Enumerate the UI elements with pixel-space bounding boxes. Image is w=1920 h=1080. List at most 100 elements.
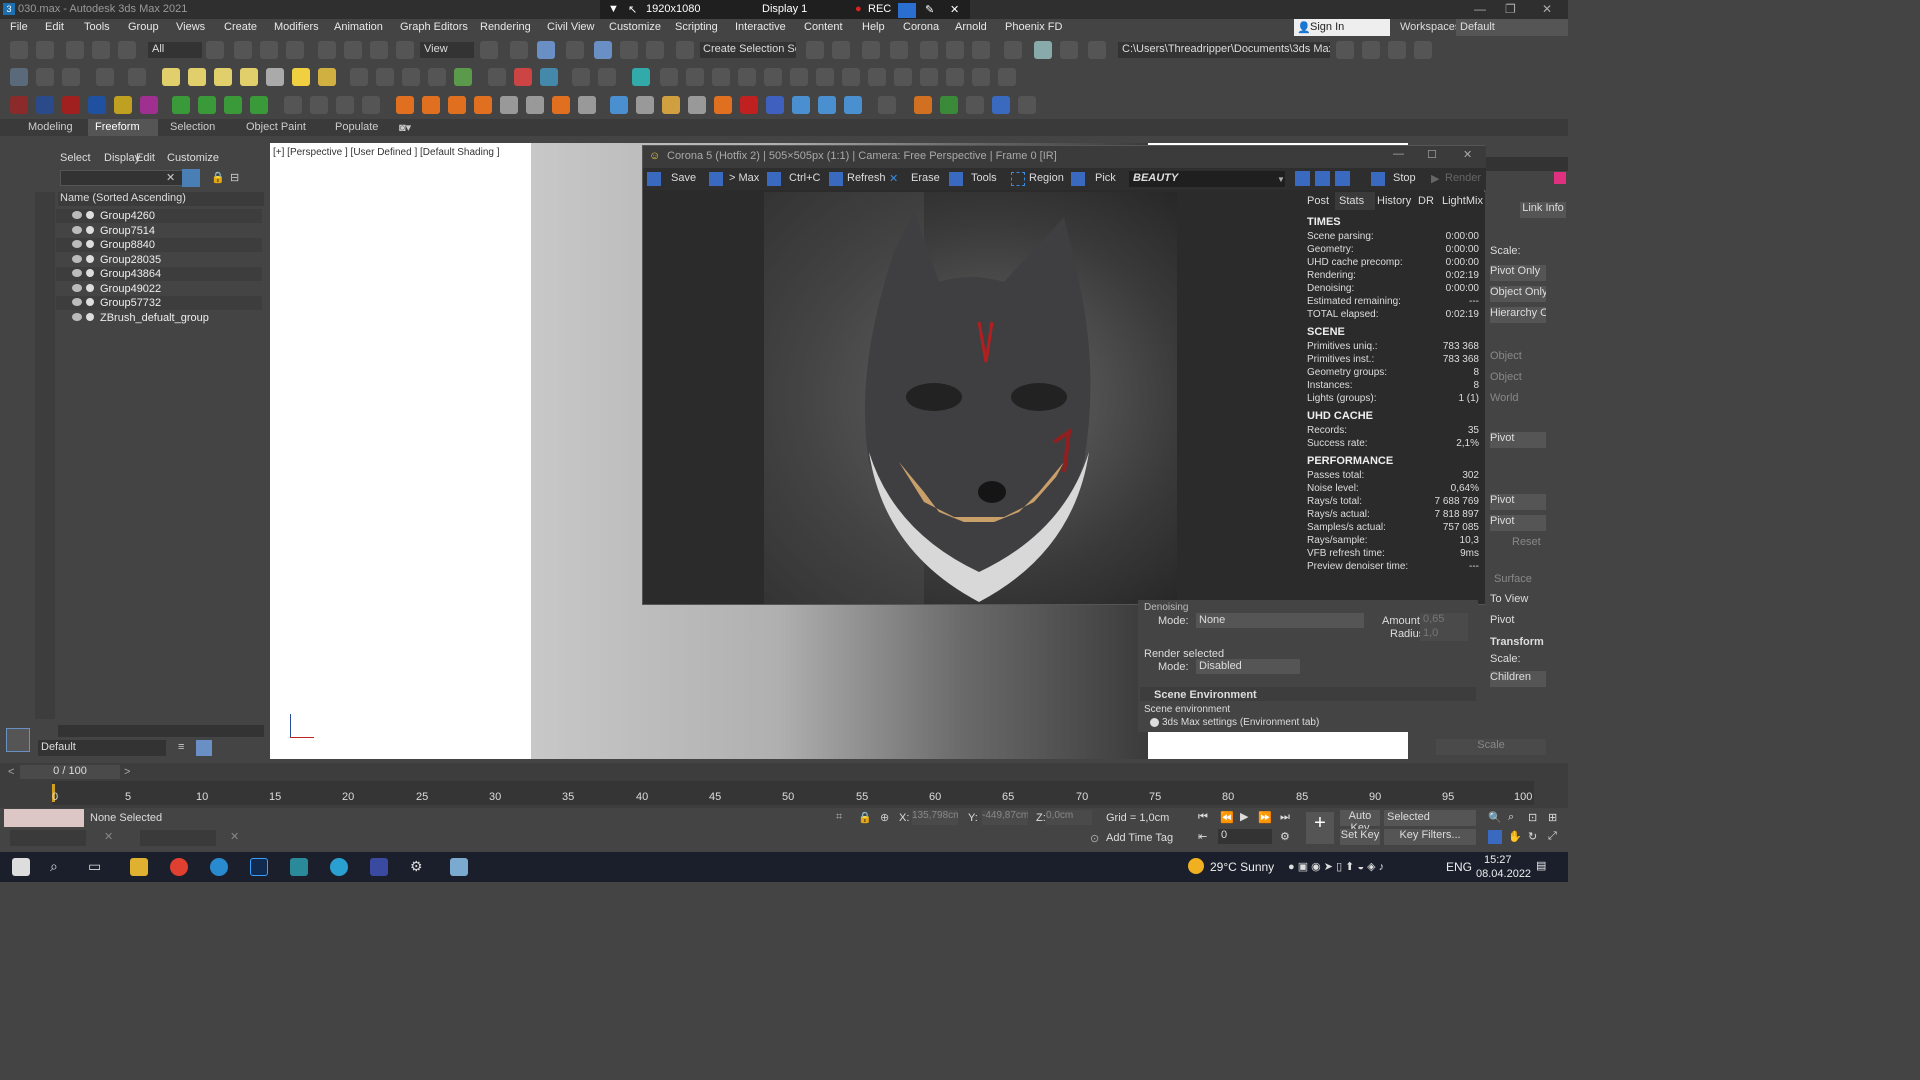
- menu-group[interactable]: Group: [128, 21, 159, 33]
- render-channel-select[interactable]: BEAUTY: [1129, 171, 1285, 187]
- goto-end-icon[interactable]: ⏭: [1280, 811, 1290, 824]
- play-icon[interactable]: [284, 96, 302, 114]
- project-set-icon[interactable]: [1388, 41, 1406, 59]
- scene-menu-edit[interactable]: Edit: [136, 152, 155, 164]
- maxscript-listener[interactable]: [4, 809, 84, 827]
- forest-icon[interactable]: [940, 96, 958, 114]
- eye-icon[interactable]: [72, 313, 82, 321]
- fp-icon[interactable]: [914, 96, 932, 114]
- green-grid-icon[interactable]: [224, 96, 242, 114]
- stop-button[interactable]: Stop: [1393, 172, 1416, 184]
- tools-button[interactable]: Tools: [971, 172, 997, 184]
- red-ring-icon[interactable]: [62, 96, 80, 114]
- list-item[interactable]: ZBrush_defualt_group: [56, 311, 262, 325]
- task-view-icon[interactable]: ▭: [88, 858, 106, 876]
- snaps-icon[interactable]: [566, 41, 584, 59]
- rec-button[interactable]: REC: [868, 3, 891, 15]
- clock-date[interactable]: 08.04.2022: [1476, 868, 1531, 880]
- tree-icon[interactable]: [712, 68, 730, 86]
- cloud-icon[interactable]: [36, 68, 54, 86]
- render-icon[interactable]: [86, 211, 94, 219]
- search-icon[interactable]: ⌕: [50, 858, 68, 876]
- picture-icon[interactable]: [62, 68, 80, 86]
- scale-icon[interactable]: [370, 41, 388, 59]
- ball-icon[interactable]: [488, 68, 506, 86]
- clock-time[interactable]: 15:27: [1484, 854, 1512, 866]
- project-settings-icon[interactable]: [1414, 41, 1432, 59]
- pivot-icon[interactable]: [480, 41, 498, 59]
- render-icon[interactable]: [86, 240, 94, 248]
- viewport-label[interactable]: [+] [Perspective ] [User Defined ] [Defa…: [273, 147, 500, 158]
- curve-editor-icon[interactable]: [920, 41, 938, 59]
- eye-icon[interactable]: [72, 298, 82, 306]
- material-editor-icon[interactable]: [972, 41, 990, 59]
- sheet-icon[interactable]: [1018, 96, 1036, 114]
- selection-set-select[interactable]: Create Selection Se: [700, 42, 796, 58]
- dome-icon[interactable]: [188, 68, 206, 86]
- tools-icon[interactable]: [966, 96, 984, 114]
- select-object-icon[interactable]: [206, 41, 224, 59]
- close-icon[interactable]: ✕: [1542, 2, 1552, 16]
- telegram-icon[interactable]: [330, 858, 348, 876]
- vfb-minimize-icon[interactable]: —: [1393, 148, 1404, 160]
- pick-icon[interactable]: [1071, 172, 1085, 186]
- menu-graph-editors[interactable]: Graph Editors: [400, 21, 468, 33]
- zoom-fit-icon[interactable]: [1335, 171, 1350, 186]
- chevron-down-icon[interactable]: ▼: [608, 3, 619, 15]
- workspace-select[interactable]: Default: [1456, 19, 1568, 36]
- project-new-icon[interactable]: [1362, 41, 1380, 59]
- time-config-icon[interactable]: ⚙: [1280, 830, 1290, 843]
- zoom-in-icon[interactable]: [1295, 171, 1310, 186]
- green-arrow-icon[interactable]: [198, 96, 216, 114]
- region-button[interactable]: Region: [1029, 172, 1064, 184]
- to-view-button[interactable]: To View: [1490, 593, 1528, 605]
- menu-scripting[interactable]: Scripting: [675, 21, 718, 33]
- move-icon[interactable]: [318, 41, 336, 59]
- gears-icon[interactable]: [920, 68, 938, 86]
- placement-icon[interactable]: [396, 41, 414, 59]
- stop-icon[interactable]: [336, 96, 354, 114]
- save-icon[interactable]: [647, 172, 661, 186]
- render-production-icon[interactable]: [1060, 41, 1078, 59]
- scene-menu-display[interactable]: Display: [104, 152, 140, 164]
- purple-ring-icon[interactable]: [140, 96, 158, 114]
- unlink-icon[interactable]: [92, 41, 110, 59]
- language-indicator[interactable]: ENG: [1446, 860, 1472, 874]
- set-key-button[interactable]: Set Key: [1340, 829, 1380, 845]
- eye-icon[interactable]: [72, 240, 82, 248]
- render-icon[interactable]: [86, 226, 94, 234]
- orbit-icon[interactable]: ↻: [1528, 830, 1537, 843]
- zoom-extents-icon[interactable]: ⊡: [1528, 811, 1537, 824]
- wave-icon[interactable]: [792, 96, 810, 114]
- erase-icon[interactable]: ✕: [889, 172, 898, 185]
- goto-start-icon[interactable]: ⏮: [1198, 811, 1208, 824]
- render-cloud-icon[interactable]: [1088, 41, 1106, 59]
- layers-icon[interactable]: ≡: [178, 741, 184, 753]
- zoom-icon[interactable]: 🔍: [1488, 811, 1502, 824]
- redo-icon[interactable]: [36, 41, 54, 59]
- align-world-button[interactable]: World: [1490, 392, 1519, 404]
- list-item[interactable]: Group8840: [56, 238, 262, 252]
- refresh-icon[interactable]: [829, 172, 843, 186]
- next-key-icon[interactable]: ⏩: [1258, 811, 1272, 824]
- menu-civil-view[interactable]: Civil View: [547, 21, 594, 33]
- render-icon[interactable]: [86, 255, 94, 263]
- render-button[interactable]: Render: [1445, 172, 1481, 184]
- menu-file[interactable]: File: [10, 21, 28, 33]
- ribbon-options-icon[interactable]: ◙▾: [399, 121, 411, 134]
- undo-icon[interactable]: [10, 41, 28, 59]
- palette-icon[interactable]: [514, 68, 532, 86]
- screen-icon[interactable]: [894, 68, 912, 86]
- ship-icon[interactable]: [818, 96, 836, 114]
- horizontal-scrollbar[interactable]: [58, 725, 264, 737]
- fire-icon[interactable]: [396, 96, 414, 114]
- tab-selection[interactable]: Selection: [170, 121, 215, 133]
- help-icon[interactable]: [598, 68, 616, 86]
- tab-lightmix[interactable]: LightMix: [1442, 195, 1483, 207]
- link-info-button[interactable]: Link Info: [1520, 202, 1566, 218]
- scene-env-heading[interactable]: Scene Environment: [1154, 689, 1257, 701]
- save-app-icon[interactable]: [370, 858, 388, 876]
- plane-icon[interactable]: [162, 68, 180, 86]
- tab-modeling[interactable]: Modeling: [28, 121, 73, 133]
- use-pivot-button[interactable]: Pivot: [1490, 515, 1546, 531]
